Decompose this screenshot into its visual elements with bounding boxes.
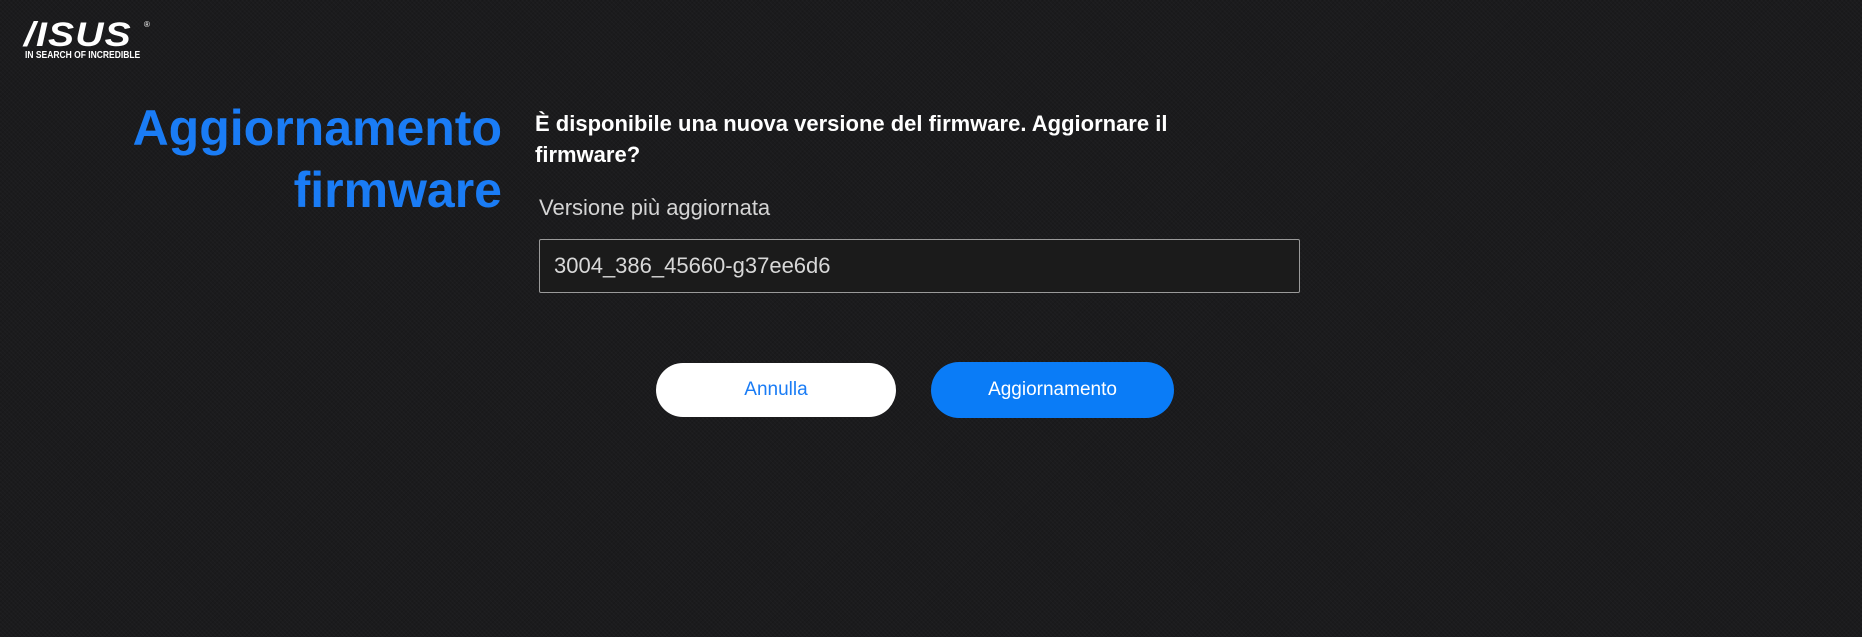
- update-button[interactable]: Aggiornamento: [931, 362, 1174, 418]
- update-question: È disponibile una nuova versione del fir…: [535, 111, 1168, 167]
- page-title: Aggiornamento firmware: [82, 97, 502, 221]
- asus-logo: /ISUS ® IN SEARCH OF INCREDIBLE: [24, 18, 150, 64]
- registered-mark: ®: [144, 20, 150, 29]
- firmware-update-panel: È disponibile una nuova versione del fir…: [535, 108, 1315, 293]
- asus-tagline: IN SEARCH OF INCREDIBLE: [25, 50, 141, 61]
- latest-version-field[interactable]: [539, 239, 1300, 293]
- cancel-button[interactable]: Annulla: [656, 363, 896, 417]
- page-title-line2: firmware: [293, 162, 502, 218]
- page-title-line1: Aggiornamento: [132, 100, 502, 156]
- latest-version-label: Versione più aggiornata: [539, 195, 771, 220]
